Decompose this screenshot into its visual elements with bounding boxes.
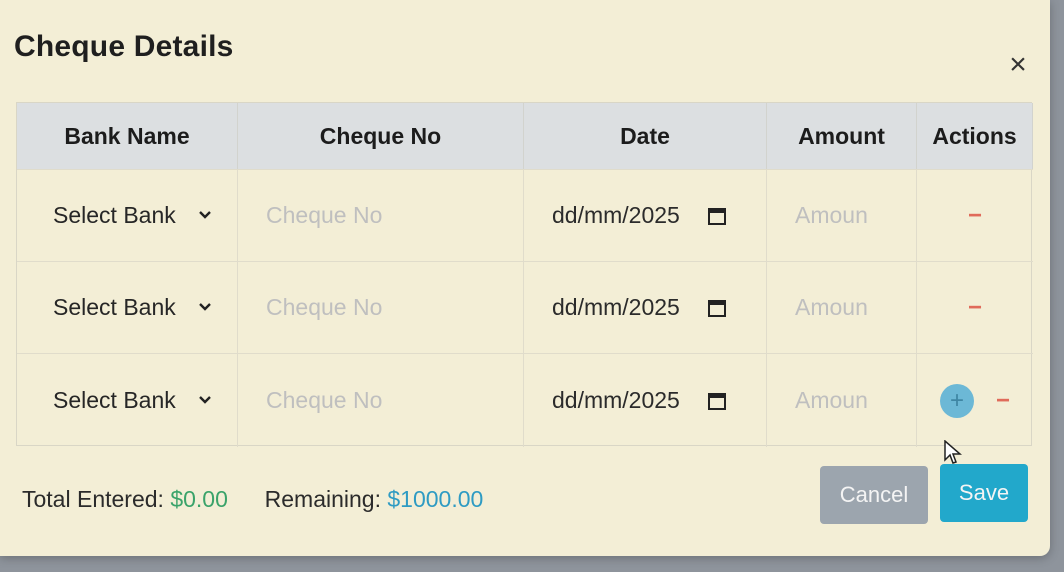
remaining-value: $1000.00 [387, 486, 484, 512]
chevron-down-icon [198, 392, 212, 410]
header-date: Date [524, 103, 767, 169]
cancel-button[interactable]: Cancel [820, 466, 928, 524]
date-value: dd/mm/2025 [552, 202, 680, 228]
mouse-cursor-icon [944, 440, 962, 464]
minus-icon[interactable]: − [996, 388, 1010, 413]
chevron-down-icon [198, 299, 212, 317]
amount-input[interactable]: Amoun [767, 169, 917, 261]
bank-select[interactable]: Select Bank [17, 169, 238, 261]
totals-summary: Total Entered: $0.00 Remaining: $1000.00 [22, 486, 483, 513]
date-input[interactable]: dd/mm/2025 [524, 169, 767, 261]
calendar-icon[interactable] [707, 207, 726, 225]
save-button[interactable]: Save [940, 464, 1028, 522]
bank-select-label: Select Bank [53, 387, 176, 413]
header-bank-name: Bank Name [17, 103, 238, 169]
calendar-icon[interactable] [707, 392, 726, 410]
header-amount: Amount [767, 103, 917, 169]
cheque-no-input[interactable]: Cheque No [238, 261, 524, 353]
header-cheque-no: Cheque No [238, 103, 524, 169]
amount-input[interactable]: Amoun [767, 353, 917, 447]
plus-icon[interactable]: + [939, 383, 974, 418]
close-icon[interactable]: × [1003, 50, 1033, 80]
amount-input[interactable]: Amoun [767, 261, 917, 353]
date-input[interactable]: dd/mm/2025 [524, 353, 767, 447]
bank-select-label: Select Bank [53, 294, 176, 320]
cheque-no-input[interactable]: Cheque No [238, 353, 524, 447]
date-value: dd/mm/2025 [552, 387, 680, 413]
date-input[interactable]: dd/mm/2025 [524, 261, 767, 353]
modal-title: Cheque Details [14, 30, 234, 63]
bank-select-label: Select Bank [53, 202, 176, 228]
row-actions: − [917, 169, 1033, 261]
row-actions: − [917, 261, 1033, 353]
chevron-down-icon [198, 207, 212, 225]
row-actions: + − [917, 353, 1033, 447]
remaining-label: Remaining: [264, 486, 381, 512]
date-value: dd/mm/2025 [552, 294, 680, 320]
header-actions: Actions [917, 103, 1033, 169]
minus-icon[interactable]: − [968, 295, 982, 320]
calendar-icon[interactable] [707, 299, 726, 317]
bank-select[interactable]: Select Bank [17, 261, 238, 353]
cheque-details-modal: Cheque Details × Bank Name Cheque No Dat… [0, 0, 1050, 556]
bank-select[interactable]: Select Bank [17, 353, 238, 447]
cheque-table: Bank Name Cheque No Date Amount Actions … [16, 102, 1033, 447]
minus-icon[interactable]: − [968, 203, 982, 228]
cheque-no-input[interactable]: Cheque No [238, 169, 524, 261]
total-entered-value: $0.00 [170, 486, 228, 512]
total-entered-label: Total Entered: [22, 486, 164, 512]
